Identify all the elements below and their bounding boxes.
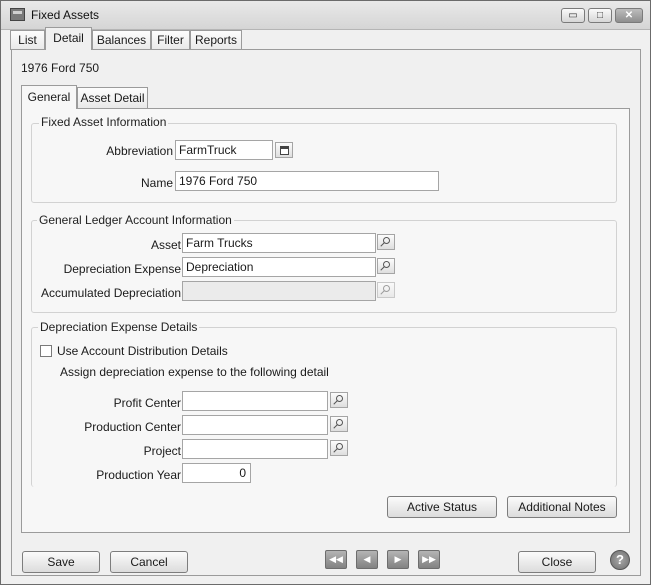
depreciation-expense-field[interactable]: Depreciation bbox=[182, 257, 376, 277]
asset-lookup-button[interactable] bbox=[377, 234, 395, 250]
next-record-button[interactable]: ▶ bbox=[387, 550, 409, 569]
depreciation-expense-lookup-button[interactable] bbox=[377, 258, 395, 274]
window-title: Fixed Assets bbox=[31, 8, 100, 22]
name-field[interactable]: 1976 Ford 750 bbox=[175, 171, 439, 191]
fixed-assets-window: Fixed Assets ▭ □ ✕ List Detail Balances … bbox=[0, 0, 651, 585]
profit-center-label: Profit Center bbox=[113, 396, 181, 410]
fixed-asset-info-title: Fixed Asset Information bbox=[39, 115, 169, 129]
use-distribution-label: Use Account Distribution Details bbox=[57, 344, 228, 358]
maximize-button[interactable]: □ bbox=[588, 8, 612, 23]
assign-detail-text: Assign depreciation expense to the follo… bbox=[60, 365, 329, 379]
accumulated-depreciation-field[interactable] bbox=[182, 281, 376, 301]
fixed-assets-app-icon bbox=[10, 8, 25, 21]
production-center-label: Production Center bbox=[84, 420, 181, 434]
search-icon bbox=[383, 261, 390, 268]
previous-record-button[interactable]: ◀ bbox=[356, 550, 378, 569]
last-record-button[interactable]: ▶▶ bbox=[418, 550, 440, 569]
depreciation-expense-label: Depreciation Expense bbox=[63, 262, 181, 276]
asset-account-field[interactable]: Farm Trucks bbox=[182, 233, 376, 253]
minimize-button[interactable]: ▭ bbox=[561, 8, 585, 23]
calendar-list-icon bbox=[280, 146, 289, 155]
abbreviation-label: Abbreviation bbox=[106, 144, 173, 158]
additional-notes-button[interactable]: Additional Notes bbox=[507, 496, 617, 518]
close-button[interactable]: Close bbox=[518, 551, 596, 573]
project-lookup-button[interactable] bbox=[330, 440, 348, 456]
subtab-asset-detail[interactable]: Asset Detail bbox=[77, 87, 148, 108]
production-center-lookup-button[interactable] bbox=[330, 416, 348, 432]
name-label: Name bbox=[140, 176, 173, 190]
profit-center-lookup-button[interactable] bbox=[330, 392, 348, 408]
search-icon bbox=[336, 395, 343, 402]
search-icon bbox=[383, 237, 390, 244]
record-title: 1976 Ford 750 bbox=[21, 61, 100, 75]
tab-filter[interactable]: Filter bbox=[151, 30, 190, 50]
accumulated-depreciation-label: Accumulated Depreciation bbox=[41, 286, 182, 300]
depreciation-details-title: Depreciation Expense Details bbox=[38, 320, 200, 334]
gl-account-info-title: General Ledger Account Information bbox=[37, 213, 234, 227]
search-icon bbox=[336, 419, 343, 426]
cancel-button[interactable]: Cancel bbox=[110, 551, 188, 573]
tab-balances[interactable]: Balances bbox=[92, 30, 151, 50]
fixed-asset-info-group bbox=[31, 123, 617, 203]
search-icon bbox=[383, 285, 390, 292]
tab-list[interactable]: List bbox=[10, 30, 45, 50]
abbreviation-picker-button[interactable] bbox=[275, 142, 293, 158]
subtab-general[interactable]: General bbox=[21, 85, 77, 109]
help-icon[interactable]: ? bbox=[610, 550, 630, 570]
save-button[interactable]: Save bbox=[22, 551, 100, 573]
search-icon bbox=[336, 443, 343, 450]
title-bar[interactable]: Fixed Assets ▭ □ ✕ bbox=[1, 1, 650, 30]
profit-center-field[interactable] bbox=[182, 391, 328, 411]
use-distribution-checkbox[interactable] bbox=[40, 345, 52, 357]
tab-reports[interactable]: Reports bbox=[190, 30, 242, 50]
production-year-field[interactable]: 0 bbox=[182, 463, 251, 483]
close-window-button[interactable]: ✕ bbox=[615, 8, 643, 23]
tab-detail[interactable]: Detail bbox=[45, 27, 92, 50]
accumulated-depreciation-lookup-button[interactable] bbox=[377, 282, 395, 298]
project-label: Project bbox=[143, 444, 181, 458]
project-field[interactable] bbox=[182, 439, 328, 459]
asset-label: Asset bbox=[150, 238, 181, 252]
production-year-label: Production Year bbox=[96, 468, 181, 482]
production-center-field[interactable] bbox=[182, 415, 328, 435]
abbreviation-field[interactable]: FarmTruck bbox=[175, 140, 273, 160]
first-record-button[interactable]: ◀◀ bbox=[325, 550, 347, 569]
active-status-button[interactable]: Active Status bbox=[387, 496, 497, 518]
